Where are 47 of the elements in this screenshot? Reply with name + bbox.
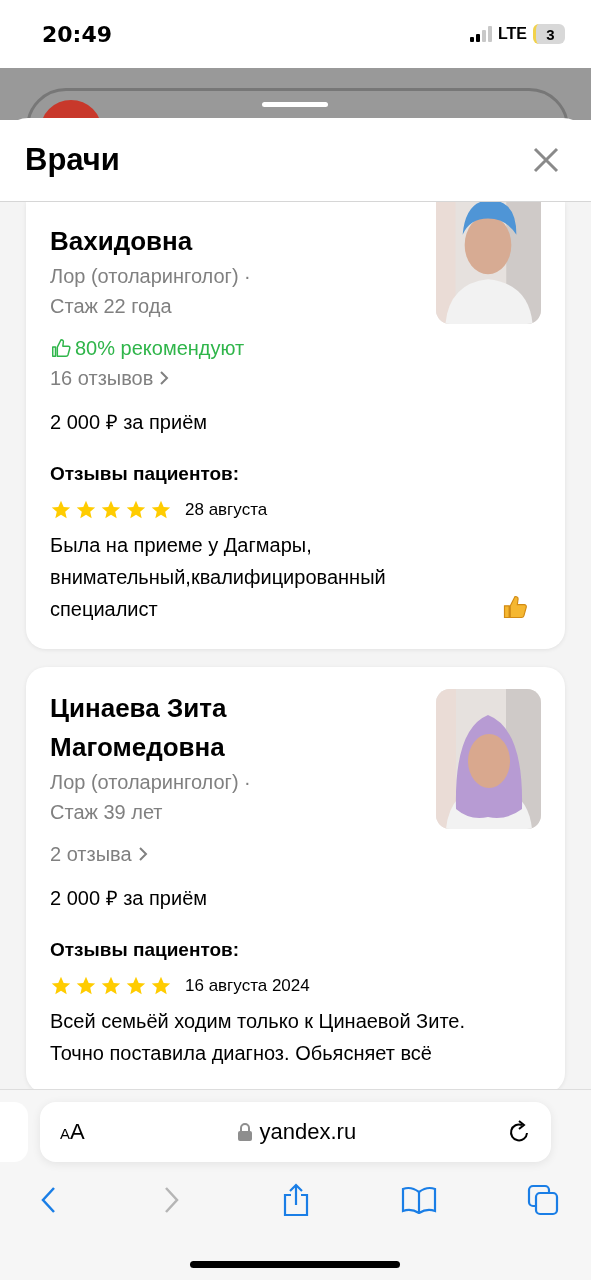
star-icon xyxy=(50,499,72,521)
grabber-handle[interactable] xyxy=(262,102,328,107)
doctor-name: Цинаева Зита Магомедовна xyxy=(50,692,228,764)
star-icon xyxy=(50,975,72,997)
doctor-card[interactable]: Цинаева Зита Магомедовна Лор (отоларинголог) · Стаж 39 лет 2 отзыва 2 000 ₽ за приём Отзывы пациентов: 16 августа 2024 Всей семьёй ходим только к Цинаевой Зите. Точно поставила диагноз. Обьясняет всё xyxy=(26,667,565,1089)
star-icon xyxy=(125,499,147,521)
specialty: Лор (отоларинголог) · xyxy=(50,770,251,795)
reviews-heading: Отзывы пациентов: xyxy=(50,463,241,485)
review-date: 16 августа 2024 xyxy=(185,976,310,996)
reviews-heading: Отзывы пациентов: xyxy=(50,939,241,961)
chevron-right-icon xyxy=(163,1186,180,1214)
star-icon xyxy=(100,975,122,997)
reviews-link[interactable]: 16 отзывов xyxy=(50,363,170,393)
address-bar[interactable]: AA yandex.ru xyxy=(40,1102,551,1162)
reviews-link[interactable]: 2 отзыва xyxy=(50,839,148,869)
review-date: 28 августа xyxy=(185,500,268,520)
experience: Стаж 22 года xyxy=(50,294,172,319)
thumbs-up-icon xyxy=(50,337,72,359)
price: 2 000 ₽ за приём xyxy=(50,886,208,911)
review-text: Всей семьёй ходим только к Цинаевой Зите. Точно поставила диагноз. Обьясняет всё xyxy=(50,1009,466,1066)
review-text: Была на приеме у Дагмары, внимательный,квалифицированный специалист xyxy=(50,533,387,622)
star-icon xyxy=(150,975,172,997)
star-icon xyxy=(100,499,122,521)
tabs-icon[interactable] xyxy=(525,1182,561,1218)
thumbs-up-icon xyxy=(501,593,529,621)
text-size-button[interactable]: AA xyxy=(60,1119,85,1145)
star-icon xyxy=(125,975,147,997)
battery-indicator: 3 xyxy=(533,24,565,44)
star-icon xyxy=(150,499,172,521)
lock-icon xyxy=(237,1123,252,1141)
network-type: LTE xyxy=(497,25,527,43)
star-icon xyxy=(75,975,97,997)
star-icon xyxy=(75,499,97,521)
chevron-right-icon xyxy=(159,370,170,386)
recommend-rate: 80% рекомендуют xyxy=(75,336,245,361)
url-text: yandex.ru xyxy=(259,1119,357,1145)
reload-icon[interactable] xyxy=(509,1120,531,1144)
experience: Стаж 39 лет xyxy=(50,800,163,825)
doctor-name: Вахидовна xyxy=(50,225,193,258)
chevron-right-icon xyxy=(137,846,148,862)
price: 2 000 ₽ за приём xyxy=(50,410,208,435)
chevron-left-icon xyxy=(40,1186,56,1214)
sheet-title: Врачи xyxy=(25,141,120,178)
signal-icon xyxy=(469,26,492,42)
clock: 20:49 xyxy=(42,21,113,47)
doctor-card[interactable]: Вахидовна Лор (отоларинголог) · Стаж 22 года 80% рекомендуют 16 отзывов 2 000 ₽ за приём Отзывы пациентов: 28 августа Была на приеме у Дагмары, внимательный,квалифицированный специалист xyxy=(26,202,565,649)
specialty: Лор (отоларинголог) · xyxy=(50,264,251,289)
